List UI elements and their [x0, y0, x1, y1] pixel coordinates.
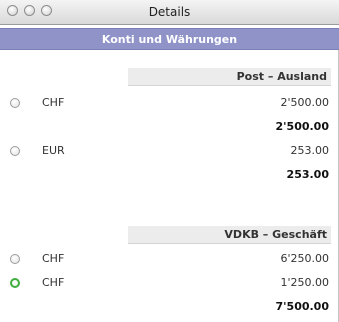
group-header-post-ausland: Post – Ausland — [128, 68, 331, 86]
section-header: Konti und Währungen — [0, 28, 339, 50]
currency-label: CHF — [42, 276, 65, 289]
account-row[interactable]: EUR 253.00 — [0, 142, 339, 160]
group-header-label: Post – Ausland — [236, 70, 327, 83]
account-row[interactable]: CHF 6'250.00 — [0, 250, 339, 268]
total-value: 2'500.00 — [275, 120, 329, 133]
currency-label: EUR — [42, 144, 65, 157]
amount-value: 253.00 — [290, 144, 330, 157]
currency-label: CHF — [42, 252, 65, 265]
total-row: 2'500.00 — [0, 118, 339, 136]
total-value: 7'500.00 — [275, 300, 329, 313]
account-row-selected[interactable]: CHF 1'250.00 — [0, 274, 339, 292]
group-header-vdkb-geschaeft: VDKB – Geschäft — [128, 226, 331, 244]
amount-value: 6'250.00 — [280, 252, 329, 265]
account-radio[interactable] — [10, 98, 20, 108]
account-radio-selected[interactable] — [10, 278, 20, 288]
window-titlebar[interactable]: Details — [0, 0, 339, 25]
amount-value: 2'500.00 — [280, 96, 329, 109]
total-row: 253.00 — [0, 166, 339, 184]
window-title: Details — [148, 5, 191, 19]
details-window: Details Konti und Währungen Post – Ausla… — [0, 0, 339, 322]
total-value: 253.00 — [286, 168, 329, 181]
account-radio[interactable] — [10, 146, 20, 156]
account-row[interactable]: CHF 2'500.00 — [0, 94, 339, 112]
currency-label: CHF — [42, 96, 65, 109]
account-radio[interactable] — [10, 254, 20, 264]
group-header-label: VDKB – Geschäft — [224, 228, 327, 241]
amount-value: 1'250.00 — [280, 276, 329, 289]
section-title: Konti und Währungen — [101, 33, 238, 46]
total-row: 7'500.00 — [0, 298, 339, 316]
